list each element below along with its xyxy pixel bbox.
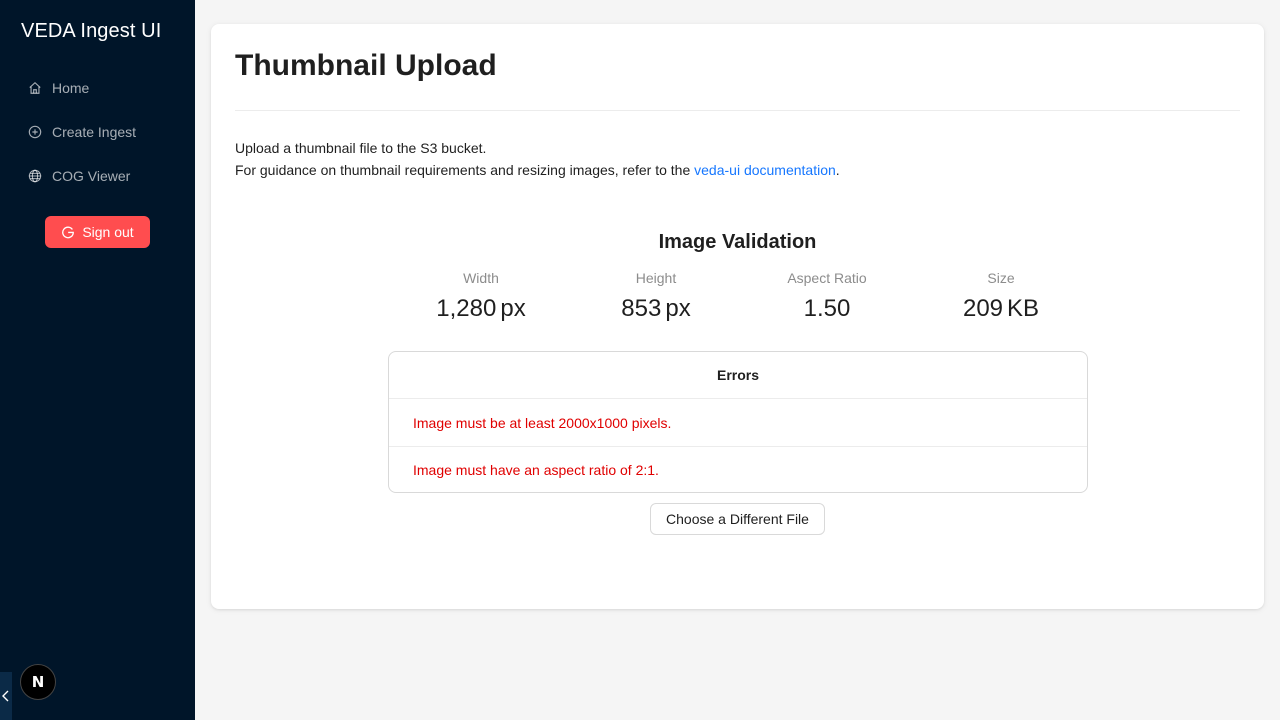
stat-value: 209 KB — [931, 295, 1071, 323]
sidebar-item-home[interactable]: Home — [0, 66, 195, 110]
description-line-1: Upload a thumbnail file to the S3 bucket… — [235, 140, 487, 156]
page-title: Thumbnail Upload — [235, 49, 497, 82]
stat-aspect-ratio: Aspect Ratio 1.50 — [757, 269, 897, 323]
stat-label: Size — [987, 270, 1015, 286]
globe-icon — [28, 169, 42, 183]
description-line-2: For guidance on thumbnail requirements a… — [235, 159, 840, 181]
stat-label: Width — [463, 270, 499, 286]
stat-height: Height 853 px — [586, 269, 726, 323]
stat-unit: KB — [1007, 295, 1040, 322]
app-title: VEDA Ingest UI — [21, 20, 162, 42]
chevron-left-icon — [2, 690, 9, 702]
thumbnail-upload-card: Thumbnail Upload Upload a thumbnail file… — [211, 24, 1264, 609]
sidebar-item-label: COG Viewer — [52, 168, 131, 184]
stat-value: 1.50 — [757, 295, 897, 323]
stat-value: 1,280 px — [411, 295, 551, 323]
app-root: VEDA Ingest UI Home Create Ingest COG Vi… — [0, 0, 1280, 720]
stat-width: Width 1,280 px — [411, 269, 551, 323]
errors-header: Errors — [389, 352, 1087, 399]
stat-unit: px — [665, 295, 691, 322]
errors-list: Errors Image must be at least 2000x1000 … — [388, 351, 1088, 493]
next-dev-badge[interactable]: N — [20, 664, 56, 700]
sidebar-item-label: Create Ingest — [52, 124, 137, 140]
stat-number: 209 — [962, 295, 1004, 322]
image-validation-title: Image Validation — [658, 231, 817, 253]
choose-different-file-button[interactable]: Choose a Different File — [650, 503, 825, 535]
sidebar: VEDA Ingest UI Home Create Ingest COG Vi… — [0, 0, 195, 720]
page-description: Upload a thumbnail file to the S3 bucket… — [235, 137, 840, 181]
home-icon — [28, 81, 42, 95]
sidebar-item-create-ingest[interactable]: Create Ingest — [0, 110, 195, 154]
sidebar-item-cog-viewer[interactable]: COG Viewer — [0, 154, 195, 198]
stat-unit: px — [500, 295, 526, 322]
sidebar-collapse-toggle[interactable] — [0, 672, 12, 720]
stat-size: Size 209 KB — [931, 269, 1071, 323]
stat-value: 853 px — [586, 295, 726, 323]
veda-ui-documentation-link[interactable]: veda-ui documentation — [694, 162, 836, 178]
sign-out-label: Sign out — [82, 224, 134, 240]
description-suffix: . — [835, 162, 840, 178]
plus-circle-icon — [28, 125, 42, 139]
stat-number: 1,280 — [436, 295, 497, 322]
sidebar-nav: Home Create Ingest COG Viewer — [0, 66, 195, 198]
stat-label: Aspect Ratio — [787, 270, 867, 286]
title-divider — [235, 110, 1240, 111]
sidebar-item-label: Home — [52, 80, 90, 96]
description-prefix: For guidance on thumbnail requirements a… — [235, 162, 695, 178]
stat-number: 1.50 — [803, 295, 851, 322]
google-icon — [61, 225, 75, 239]
sign-out-button[interactable]: Sign out — [45, 216, 150, 248]
error-item: Image must have an aspect ratio of 2:1. — [389, 446, 1087, 492]
error-item: Image must be at least 2000x1000 pixels. — [413, 414, 672, 431]
stat-number: 853 — [621, 295, 662, 322]
stat-label: Height — [635, 270, 677, 286]
